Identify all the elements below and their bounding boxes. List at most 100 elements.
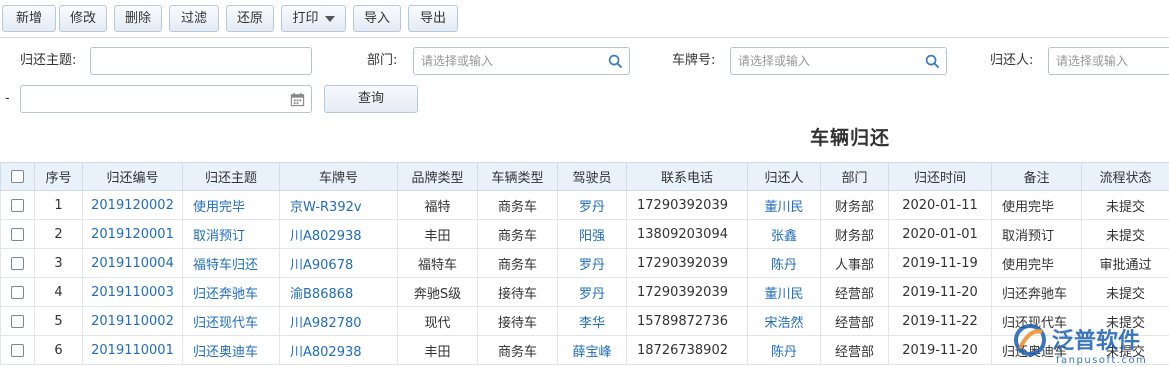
table-cell: 财务部 — [820, 190, 889, 220]
edit-button[interactable]: 修改 — [59, 5, 107, 32]
filter-button[interactable]: 过滤 — [169, 5, 219, 32]
table-row[interactable]: 5 2019110002 归还现代车 川A982780 现代 接待车 李华 157898727… — [0, 306, 1169, 336]
dept-input[interactable]: 请选择或输入 — [413, 47, 630, 75]
table-cell[interactable]: 阳强 — [557, 219, 627, 249]
col-header[interactable]: 品牌类型 — [397, 162, 478, 191]
col-header[interactable]: 车辆类型 — [477, 162, 558, 191]
table-cell[interactable]: 使用完毕 — [182, 190, 280, 220]
table-cell[interactable]: 归还奥迪车 — [182, 335, 280, 365]
table-cell: 使用完毕 — [991, 190, 1082, 220]
print-button[interactable]: 打印 — [281, 5, 346, 32]
col-header[interactable]: 序号 — [34, 162, 83, 191]
table-cell[interactable]: 董川民 — [747, 190, 821, 220]
table-cell[interactable]: 陈丹 — [747, 248, 821, 278]
col-header[interactable]: 流程状态 — [1081, 162, 1169, 191]
row-checkbox[interactable] — [11, 314, 24, 328]
col-header[interactable]: 归还主题 — [182, 162, 280, 191]
table-cell[interactable]: 2019120002 — [82, 190, 183, 220]
table-cell[interactable]: 罗丹 — [557, 248, 627, 278]
row-checkbox[interactable] — [11, 227, 24, 241]
table-cell: 接待车 — [477, 277, 558, 307]
table-cell[interactable]: 宋浩然 — [747, 306, 821, 336]
restore-button[interactable]: 还原 — [226, 5, 274, 32]
col-header[interactable]: 归还编号 — [82, 162, 183, 191]
table-cell[interactable]: 福特车归还 — [182, 248, 280, 278]
plate-input[interactable]: 请选择或输入 — [730, 47, 947, 75]
table-cell[interactable]: 川A802938 — [279, 219, 398, 249]
dept-label: 部门: — [367, 53, 398, 68]
logo-url: fanpusoft.com — [1056, 355, 1147, 366]
import-button[interactable]: 导入 — [353, 5, 401, 32]
table-cell[interactable]: 2019110004 — [82, 248, 183, 278]
row-select-cell[interactable] — [0, 306, 35, 336]
col-header[interactable]: 归还人 — [747, 162, 821, 191]
table-cell[interactable]: 京W-R392v — [279, 190, 398, 220]
table-cell[interactable]: 李华 — [557, 306, 627, 336]
search-icon[interactable] — [608, 54, 623, 69]
table-cell: 1 — [34, 190, 83, 220]
delete-button[interactable]: 删除 — [114, 5, 162, 32]
table-row[interactable]: 6 2019110001 归还奥迪车 川A802938 丰田 商务车 薛宝峰 18726738… — [0, 335, 1169, 365]
select-all-cell[interactable] — [0, 162, 35, 191]
export-button[interactable]: 导出 — [408, 5, 458, 32]
row-select-cell[interactable] — [0, 277, 35, 307]
table-cell: 丰田 — [397, 219, 478, 249]
row-select-cell[interactable] — [0, 219, 35, 249]
table-cell: 审批通过 — [1081, 248, 1169, 278]
search-icon[interactable] — [925, 54, 940, 69]
col-header[interactable]: 联系电话 — [626, 162, 748, 191]
table-cell[interactable]: 川A90678 — [279, 248, 398, 278]
col-header[interactable]: 驾驶员 — [557, 162, 627, 191]
table-cell[interactable]: 陈丹 — [747, 335, 821, 365]
table-row[interactable]: 1 2019120002 使用完毕 京W-R392v 福特 商务车 罗丹 1729039203… — [0, 190, 1169, 220]
row-select-cell[interactable] — [0, 248, 35, 278]
row-checkbox[interactable] — [11, 343, 24, 357]
row-select-cell[interactable] — [0, 190, 35, 220]
row-checkbox[interactable] — [11, 285, 24, 299]
table-cell[interactable]: 2019110002 — [82, 306, 183, 336]
table-cell[interactable]: 川A802938 — [279, 335, 398, 365]
table-cell[interactable]: 渝B86868 — [279, 277, 398, 307]
table-cell[interactable]: 归还现代车 — [182, 306, 280, 336]
subject-input[interactable] — [90, 47, 312, 75]
table-cell[interactable]: 2019120001 — [82, 219, 183, 249]
table-cell: 3 — [34, 248, 83, 278]
table-cell[interactable]: 取消预订 — [182, 219, 280, 249]
table-cell[interactable]: 川A982780 — [279, 306, 398, 336]
table-cell[interactable]: 董川民 — [747, 277, 821, 307]
row-checkbox[interactable] — [11, 256, 24, 270]
table-cell: 未提交 — [1081, 190, 1169, 220]
table-row[interactable]: 2 2019120001 取消预订 川A802938 丰田 商务车 阳强 1380920309… — [0, 219, 1169, 249]
returner-input[interactable]: 请选择或输入 — [1048, 47, 1169, 75]
table-cell[interactable]: 归还奔驰车 — [182, 277, 280, 307]
table-cell: 丰田 — [397, 335, 478, 365]
table-cell[interactable]: 2019110001 — [82, 335, 183, 365]
col-header[interactable]: 车牌号 — [279, 162, 398, 191]
table-cell: 接待车 — [477, 306, 558, 336]
table-row[interactable]: 4 2019110003 归还奔驰车 渝B86868 奔驰S级 接待车 罗丹 17290392… — [0, 277, 1169, 307]
row-checkbox[interactable] — [11, 198, 24, 212]
table-cell[interactable]: 罗丹 — [557, 277, 627, 307]
logo-text: 泛普软件 — [1052, 328, 1140, 354]
query-button[interactable]: 查询 — [324, 85, 418, 113]
col-header[interactable]: 归还时间 — [888, 162, 992, 191]
col-header[interactable]: 部门 — [820, 162, 889, 191]
table-cell: 财务部 — [820, 219, 889, 249]
table-cell[interactable]: 罗丹 — [557, 190, 627, 220]
table-cell: 商务车 — [477, 248, 558, 278]
table-cell: 17290392039 — [626, 277, 748, 307]
row-select-cell[interactable] — [0, 335, 35, 365]
select-all-checkbox[interactable] — [11, 170, 24, 183]
table-cell[interactable]: 2019110003 — [82, 277, 183, 307]
date-separator: - — [5, 91, 10, 106]
add-button[interactable]: 新增 — [2, 5, 56, 32]
dept-placeholder: 请选择或输入 — [421, 54, 494, 68]
col-header[interactable]: 备注 — [991, 162, 1082, 191]
table-cell: 经营部 — [820, 335, 889, 365]
table-cell: 使用完毕 — [991, 248, 1082, 278]
calendar-icon[interactable] — [290, 92, 305, 107]
date-input[interactable] — [20, 85, 312, 113]
table-cell[interactable]: 张鑫 — [747, 219, 821, 249]
table-row[interactable]: 3 2019110004 福特车归还 川A90678 福特车 商务车 罗丹 172903920… — [0, 248, 1169, 278]
table-cell[interactable]: 薛宝峰 — [557, 335, 627, 365]
